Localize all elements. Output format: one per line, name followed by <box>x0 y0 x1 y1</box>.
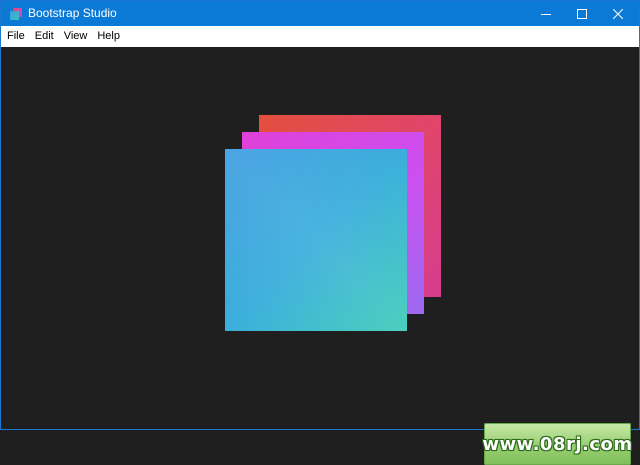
bootstrap-studio-logo <box>225 115 441 331</box>
window-title: Bootstrap Studio <box>28 6 117 20</box>
maximize-icon <box>577 8 587 19</box>
app-window: Bootstrap Studio File Edit View Help www… <box>0 0 640 465</box>
close-icon <box>613 8 623 19</box>
bootstrap-studio-icon <box>10 8 22 20</box>
menu-help[interactable]: Help <box>92 26 125 47</box>
minimize-icon <box>541 13 551 15</box>
title-bar[interactable]: Bootstrap Studio <box>1 1 639 26</box>
watermark-text: www.08rj.com <box>482 433 633 455</box>
menu-edit[interactable]: Edit <box>30 26 59 47</box>
close-button[interactable] <box>595 1 640 26</box>
menu-view[interactable]: View <box>59 26 93 47</box>
watermark-badge: www.08rj.com <box>482 423 633 465</box>
menu-file[interactable]: File <box>1 26 30 47</box>
splash-area: www.08rj.com <box>1 47 639 465</box>
menu-bar: File Edit View Help <box>1 26 639 47</box>
